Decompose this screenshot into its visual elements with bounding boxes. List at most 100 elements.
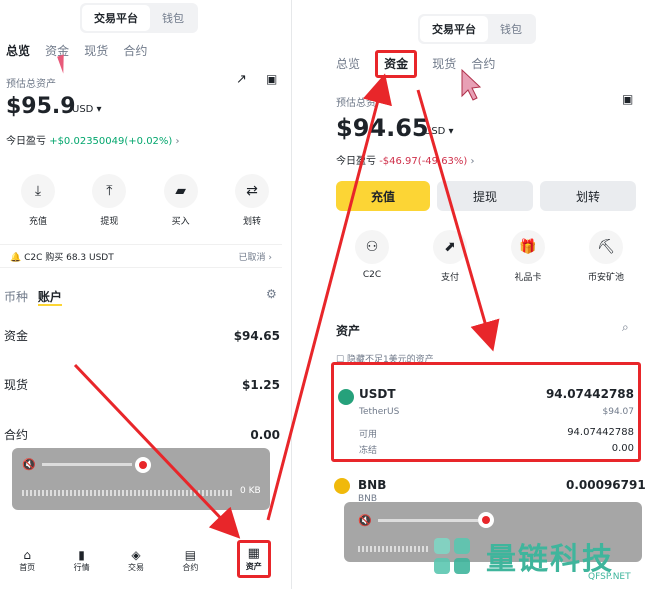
bnb-coin-icon	[334, 478, 350, 494]
nav-markets[interactable]: ▮ 行情	[74, 548, 90, 578]
tab-futures[interactable]: 合约	[123, 44, 147, 58]
gift-card-action[interactable]: 🎁 礼品卡	[500, 230, 556, 283]
withdraw-button[interactable]: 提现	[437, 181, 533, 211]
pnl-row[interactable]: 今日盈亏 -$46.97(-49.63%) ›	[336, 152, 475, 167]
volume-slider[interactable]	[42, 463, 132, 466]
transfer-button[interactable]: 划转	[540, 181, 636, 211]
right-action-buttons: 充值 提现 划转	[336, 181, 636, 211]
pnl-label: 今日盈亏	[6, 136, 46, 147]
nav-label: 合约	[182, 563, 199, 572]
nav-trade[interactable]: ◈ 交易	[128, 548, 144, 578]
tab-overview[interactable]: 总览	[6, 44, 30, 58]
left-quick-actions: ⤓ 充值 ⤒ 提现 ▰ 买入 ⇄ 划转	[10, 174, 280, 227]
buy-action[interactable]: ▰ 买入	[153, 174, 209, 227]
transfer-action[interactable]: ⇄ 划转	[224, 174, 280, 227]
wallet-icon: ▦	[247, 546, 260, 561]
row-label: 合约	[4, 428, 29, 442]
bar-chart-icon: ▮	[78, 548, 85, 562]
search-icon[interactable]: ⌕	[622, 320, 629, 335]
c2c-action[interactable]: ⚇ C2C	[344, 230, 400, 283]
bottom-nav: ⌂ 首页 ▮ 行情 ◈ 交易 ▤ 合约 ▦ 资产	[0, 540, 290, 578]
bnb-symbol: BNB	[358, 478, 387, 492]
nav-label: 行情	[73, 563, 90, 572]
mute-icon[interactable]: 🔇	[358, 514, 372, 527]
gift-icon: 🎁	[511, 230, 545, 264]
bell-icon: 🔔	[10, 252, 22, 263]
home-icon: ⌂	[23, 548, 31, 562]
tab-account[interactable]: 账户	[37, 290, 62, 306]
right-platform-segment[interactable]: 交易平台 钱包	[418, 14, 536, 44]
transfer-icon: ⇄	[234, 174, 269, 208]
tab-futures[interactable]: 合约	[471, 57, 495, 71]
right-quick-actions: ⚇ C2C ⬈ 支付 🎁 礼品卡 ⛏ 币安矿池	[344, 230, 634, 283]
waveform	[358, 546, 428, 552]
withdraw-action[interactable]: ⤒ 提现	[81, 174, 137, 227]
chart-icon[interactable]: ↗	[236, 72, 247, 87]
record-button[interactable]	[135, 457, 151, 473]
history-icon[interactable]: ▣	[622, 92, 633, 106]
usdt-amount: 94.07442788	[545, 387, 634, 401]
tab-coin[interactable]: 币种	[4, 290, 28, 304]
usdt-symbol: USDT	[359, 387, 396, 401]
row-value: $94.65	[233, 328, 280, 343]
c2c-icon: ⚇	[355, 230, 389, 264]
tab-spot[interactable]: 现货	[432, 57, 456, 71]
tab-spot[interactable]: 现货	[84, 44, 108, 58]
mute-icon[interactable]: 🔇	[22, 458, 36, 471]
deposit-action[interactable]: ⤓ 充值	[10, 174, 66, 227]
watermark-url: QFSP.NET	[588, 572, 631, 582]
available-label: 可用	[359, 430, 378, 440]
pickaxe-icon: ⛏	[589, 230, 623, 264]
pnl-row[interactable]: 今日盈亏 +$0.02350049(+0.02%) ›	[6, 132, 180, 147]
upload-icon: ⤒	[92, 174, 127, 208]
pnl-label: 今日盈亏	[336, 156, 376, 167]
pay-icon: ⬈	[433, 230, 467, 264]
download-icon: ⤓	[21, 174, 55, 208]
pnl-value: -$46.97(-49.63%)	[379, 156, 468, 167]
waveform	[22, 490, 232, 496]
volume-slider[interactable]	[378, 519, 478, 522]
row-value: $1.25	[242, 377, 280, 392]
tab-funding[interactable]: 资金	[375, 50, 418, 78]
available-value: 94.07442788	[567, 427, 634, 438]
frozen-label: 冻结	[359, 446, 378, 456]
segment-exchange[interactable]: 交易平台	[420, 16, 488, 42]
usdt-name: TetherUS	[359, 407, 400, 417]
mining-pool-action[interactable]: ⛏ 币安矿池	[578, 230, 634, 283]
account-row-funding[interactable]: 资金 $94.65	[4, 327, 280, 344]
nav-assets[interactable]: ▦ 资产	[236, 540, 271, 578]
usdt-asset-card[interactable]: USDT 94.07442788 TetherUS $94.07 可用 94.0…	[331, 362, 641, 462]
account-row-spot[interactable]: 现货 $1.25	[4, 376, 280, 393]
pnl-value: +$0.02350049(+0.02%)	[49, 136, 173, 147]
file-size: 0 KB	[240, 486, 261, 496]
history-icon[interactable]: ▣	[266, 72, 277, 86]
row-label: 资金	[4, 329, 29, 343]
nav-home[interactable]: ⌂ 首页	[19, 548, 35, 578]
cursor-icon	[461, 68, 482, 101]
segment-exchange[interactable]: 交易平台	[82, 5, 150, 31]
segment-wallet[interactable]: 钱包	[488, 16, 534, 42]
notice-status: 已取消	[238, 252, 266, 263]
row-value: 0.00	[250, 427, 280, 442]
pay-action[interactable]: ⬈ 支付	[422, 230, 478, 283]
tab-overview[interactable]: 总览	[336, 57, 360, 71]
right-asset-tabs: 总览 资金 现货 合约	[336, 50, 505, 78]
account-row-futures[interactable]: 合约 0.00	[4, 426, 280, 443]
screen-recorder-overlay[interactable]: 🔇 0 KB	[12, 448, 270, 510]
nav-futures[interactable]: ▤ 合约	[182, 548, 198, 578]
c2c-notice[interactable]: 🔔 C2C 购买 68.3 USDT 已取消 ›	[0, 244, 282, 268]
left-platform-segment[interactable]: 交易平台 钱包	[80, 3, 198, 33]
segment-wallet[interactable]: 钱包	[150, 5, 196, 31]
currency-selector[interactable]: USD ▾	[72, 104, 102, 115]
gear-icon[interactable]: ⚙	[266, 287, 277, 301]
chevron-right-icon: ›	[175, 136, 180, 147]
futures-icon: ▤	[184, 548, 197, 562]
currency-selector[interactable]: USD ▾	[424, 126, 454, 137]
deposit-button[interactable]: 充值	[336, 181, 430, 211]
row-label: 现货	[4, 378, 29, 392]
bnb-amount: 0.00096791	[566, 478, 645, 492]
usdt-usd-value: $94.07	[602, 407, 635, 417]
record-button[interactable]	[478, 512, 494, 528]
est-total-label: 预估总资产	[336, 98, 386, 109]
brand-logo-icon	[424, 528, 484, 588]
